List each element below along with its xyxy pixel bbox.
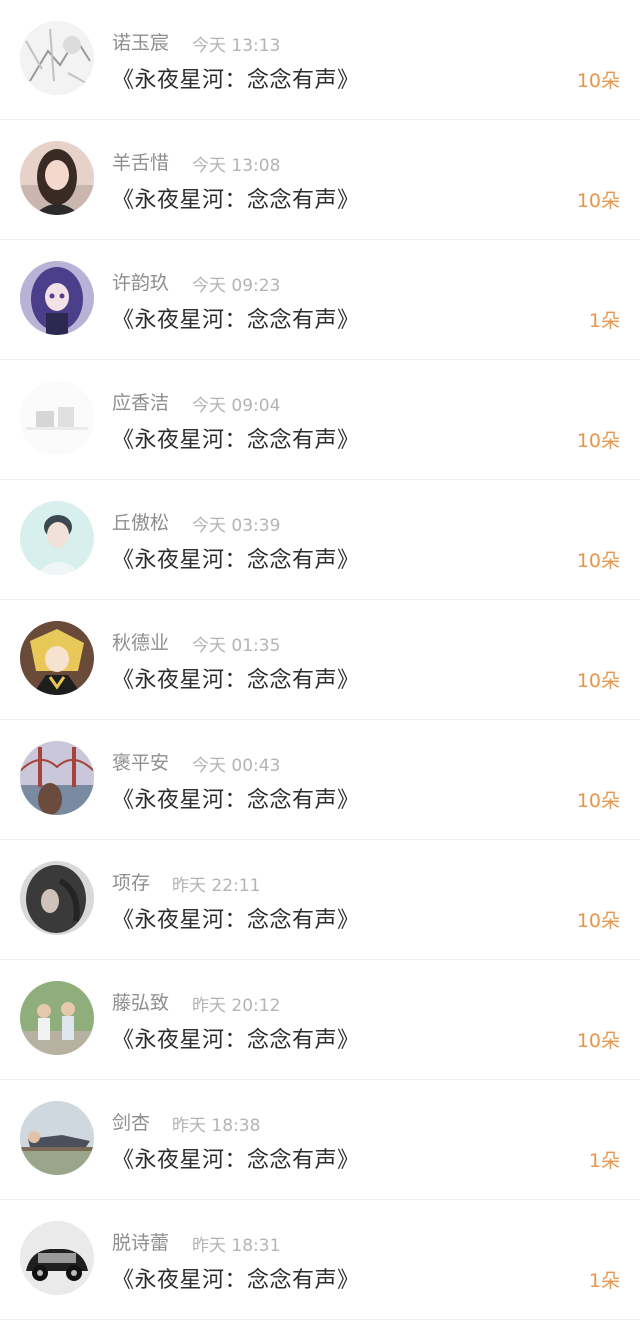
list-item[interactable]: 项存 昨天 22:11 《永夜星河：念念有声》 10朵 bbox=[0, 840, 640, 960]
avatar-girl-portrait-icon[interactable] bbox=[20, 141, 94, 215]
work-title[interactable]: 《永夜星河：念念有声》 bbox=[112, 782, 360, 814]
timestamp: 昨天 20:12 bbox=[192, 996, 281, 1016]
avatar-bridge-sunset-icon[interactable] bbox=[20, 741, 94, 815]
gift-count: 1朵 bbox=[588, 1150, 620, 1172]
gift-count: 10朵 bbox=[576, 190, 620, 212]
gift-count: 1朵 bbox=[588, 1270, 620, 1292]
timestamp: 今天 03:39 bbox=[192, 516, 281, 536]
list-item[interactable]: 许韵玖 今天 09:23 《永夜星河：念念有声》 1朵 bbox=[0, 240, 640, 360]
timestamp: 昨天 18:31 bbox=[192, 1236, 281, 1256]
avatar-two-kids-icon[interactable] bbox=[20, 981, 94, 1055]
list-item[interactable]: 应香洁 今天 09:04 《永夜星河：念念有声》 10朵 bbox=[0, 360, 640, 480]
user-name: 许韵玖 bbox=[112, 272, 170, 294]
avatar-lying-outdoor-icon[interactable] bbox=[20, 1101, 94, 1175]
avatar-anime-purple-icon[interactable] bbox=[20, 261, 94, 335]
gift-record-list: 诺玉宸 今天 13:13 《永夜星河：念念有声》 10朵 羊舌惜 今天 13:0… bbox=[0, 0, 640, 1320]
timestamp: 今天 13:13 bbox=[192, 36, 281, 56]
user-name: 诺玉宸 bbox=[112, 32, 170, 54]
list-item[interactable]: 丘傲松 今天 03:39 《永夜星河：念念有声》 10朵 bbox=[0, 480, 640, 600]
timestamp: 昨天 22:11 bbox=[172, 876, 261, 896]
list-item[interactable]: 秋德业 今天 01:35 《永夜星河：念念有声》 10朵 bbox=[0, 600, 640, 720]
avatar-boy-mint-icon[interactable] bbox=[20, 501, 94, 575]
work-title[interactable]: 《永夜星河：念念有声》 bbox=[112, 662, 360, 694]
list-item[interactable]: 藤弘致 昨天 20:12 《永夜星河：念念有声》 10朵 bbox=[0, 960, 640, 1080]
timestamp: 昨天 18:38 bbox=[172, 1116, 261, 1136]
user-name: 丘傲松 bbox=[112, 512, 170, 534]
user-name: 项存 bbox=[112, 872, 151, 894]
work-title[interactable]: 《永夜星河：念念有声》 bbox=[112, 62, 360, 94]
user-name: 剑杏 bbox=[112, 1112, 151, 1134]
timestamp: 今天 13:08 bbox=[192, 156, 281, 176]
list-item[interactable]: 羊舌惜 今天 13:08 《永夜星河：念念有声》 10朵 bbox=[0, 120, 640, 240]
gift-count: 10朵 bbox=[576, 70, 620, 92]
gift-count: 10朵 bbox=[576, 670, 620, 692]
gift-count: 1朵 bbox=[588, 310, 620, 332]
avatar-classic-car-icon[interactable] bbox=[20, 1221, 94, 1295]
user-name: 褒平安 bbox=[112, 752, 170, 774]
gift-count: 10朵 bbox=[576, 790, 620, 812]
work-title[interactable]: 《永夜星河：念念有声》 bbox=[112, 422, 360, 454]
timestamp: 今天 09:23 bbox=[192, 276, 281, 296]
gift-count: 10朵 bbox=[576, 550, 620, 572]
avatar-faded-icon[interactable] bbox=[20, 381, 94, 455]
work-title[interactable]: 《永夜星河：念念有声》 bbox=[112, 1022, 360, 1054]
gift-count: 10朵 bbox=[576, 430, 620, 452]
list-item[interactable]: 剑杏 昨天 18:38 《永夜星河：念念有声》 1朵 bbox=[0, 1080, 640, 1200]
work-title[interactable]: 《永夜星河：念念有声》 bbox=[112, 1262, 360, 1294]
work-title[interactable]: 《永夜星河：念念有声》 bbox=[112, 1142, 360, 1174]
list-item[interactable]: 脱诗蕾 昨天 18:31 《永夜星河：念念有声》 1朵 bbox=[0, 1200, 640, 1320]
list-item[interactable]: 褒平安 今天 00:43 《永夜星河：念念有声》 10朵 bbox=[0, 720, 640, 840]
work-title[interactable]: 《永夜星河：念念有声》 bbox=[112, 902, 360, 934]
work-title[interactable]: 《永夜星河：念念有声》 bbox=[112, 542, 360, 574]
user-name: 脱诗蕾 bbox=[112, 1232, 170, 1254]
timestamp: 今天 09:04 bbox=[192, 396, 281, 416]
gift-count: 10朵 bbox=[576, 910, 620, 932]
work-title[interactable]: 《永夜星河：念念有声》 bbox=[112, 302, 360, 334]
user-name: 秋德业 bbox=[112, 632, 170, 654]
user-name: 藤弘致 bbox=[112, 992, 170, 1014]
timestamp: 今天 01:35 bbox=[192, 636, 281, 656]
timestamp: 今天 00:43 bbox=[192, 756, 281, 776]
work-title[interactable]: 《永夜星河：念念有声》 bbox=[112, 182, 360, 214]
avatar-anime-blonde-icon[interactable] bbox=[20, 621, 94, 695]
user-name: 应香洁 bbox=[112, 392, 170, 414]
avatar-lineart-icon[interactable] bbox=[20, 21, 94, 95]
avatar-dark-hair-icon[interactable] bbox=[20, 861, 94, 935]
gift-count: 10朵 bbox=[576, 1030, 620, 1052]
list-item[interactable]: 诺玉宸 今天 13:13 《永夜星河：念念有声》 10朵 bbox=[0, 0, 640, 120]
user-name: 羊舌惜 bbox=[112, 152, 170, 174]
